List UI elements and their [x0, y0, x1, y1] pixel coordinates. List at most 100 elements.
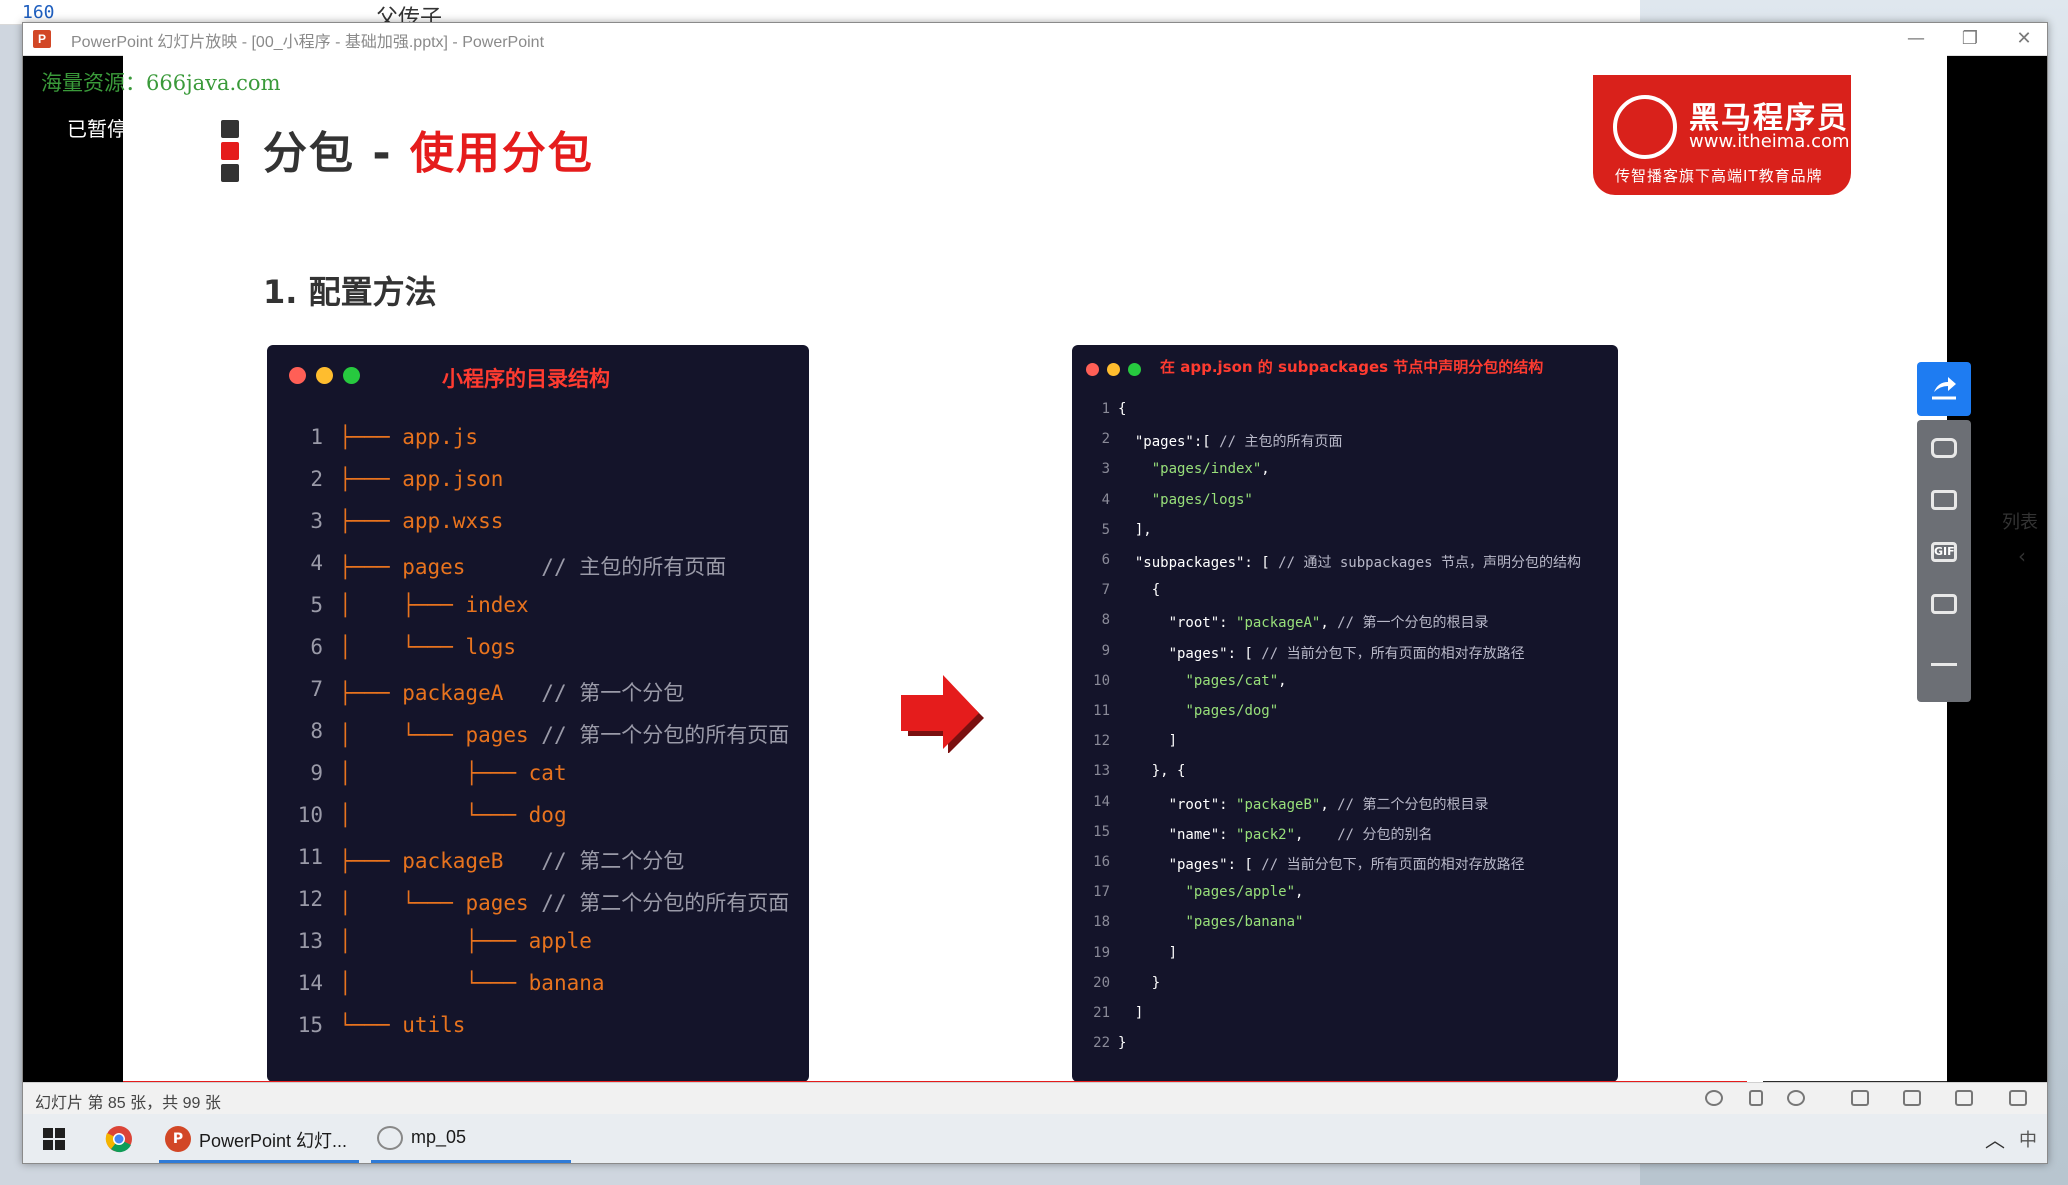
right-panel-title: 在 app.json 的 subpackages 节点中声明分包的结构 — [1160, 358, 1544, 376]
image-icon[interactable] — [1931, 490, 1957, 510]
slide-counter: 幻灯片 第 85 张，共 99 张 — [35, 1095, 221, 1112]
slide-sorter-icon[interactable] — [1903, 1090, 1921, 1106]
tree-entry: banana — [528, 971, 605, 995]
line-number: 18 — [1093, 914, 1110, 931]
line-number: 4 — [310, 551, 323, 575]
pen-icon[interactable] — [1931, 646, 1957, 666]
code-line: { — [1118, 582, 1160, 598]
code-code: ] — [1118, 944, 1178, 961]
section-heading: 1. 配置方法 — [263, 273, 437, 311]
code-line: } — [1118, 1035, 1126, 1051]
code-code: { — [1118, 401, 1127, 417]
code-str: "pages/dog" — [1185, 703, 1279, 719]
code-line: }, { — [1118, 763, 1186, 779]
code-code: } — [1118, 1035, 1127, 1052]
tree-entry: utils — [402, 1013, 466, 1037]
tree-comment: // 第一个分包 — [503, 681, 685, 705]
code-code: "root": — [1118, 796, 1237, 813]
code-code: ] — [1118, 733, 1178, 750]
tree-branch: ├─── — [339, 849, 403, 873]
line-number: 1 — [1101, 401, 1110, 417]
code-comment: // 当前分包下，所有页面的相对存放路径 — [1261, 645, 1525, 662]
share-icon[interactable] — [1917, 362, 1971, 416]
minimize-button[interactable]: — — [1893, 23, 1939, 55]
normal-view-icon[interactable] — [1851, 1090, 1869, 1106]
restore-button[interactable]: ❐ — [1947, 23, 1993, 55]
gif-icon[interactable]: GIF — [1931, 542, 1957, 562]
slide-canvas[interactable]: 分包 - 使用分包 黑马程序员 www.itheima.com 传智播客旗下高端… — [123, 55, 1947, 1082]
tree-line: ├─── pages // 主包的所有页面 — [339, 551, 726, 581]
tree-branch: ├─── — [339, 509, 403, 533]
code-comment: // 分包的别名 — [1337, 826, 1433, 843]
code-str: "pages/logs" — [1151, 491, 1253, 508]
prev-slide-icon[interactable] — [1705, 1090, 1723, 1106]
list-label[interactable]: 列表 — [2002, 508, 2038, 534]
windows-start-icon[interactable] — [43, 1128, 65, 1150]
line-number: 12 — [297, 887, 323, 911]
code-tail: , — [1320, 796, 1338, 813]
code-line: "name": "pack2", // 分包的别名 — [1118, 824, 1433, 844]
line-number: 15 — [297, 1013, 323, 1037]
code-line: "pages":[ // 主包的所有页面 — [1118, 431, 1343, 451]
code-line: "pages": [ // 当前分包下，所有页面的相对存放路径 — [1118, 643, 1525, 663]
code-code — [1118, 492, 1152, 508]
tray-up-icon[interactable]: ︿ — [1985, 1124, 2005, 1153]
video-icon[interactable] — [1931, 594, 1957, 614]
slideshow-view-icon[interactable] — [2009, 1090, 2027, 1106]
line-number: 5 — [310, 593, 323, 617]
taskbar-powerpoint[interactable]: P PowerPoint 幻灯... — [159, 1114, 359, 1163]
tree-branch: │ └─── — [339, 723, 466, 747]
next-slide-icon[interactable] — [1787, 1090, 1805, 1106]
code-comment: // 当前分包下，所有页面的相对存放路径 — [1261, 857, 1525, 873]
line-number: 3 — [310, 509, 323, 533]
camera-icon[interactable] — [1931, 438, 1957, 458]
code-line: "pages/logs" — [1118, 492, 1253, 508]
line-number: 10 — [297, 803, 323, 827]
tree-branch: │ ├─── — [339, 929, 529, 953]
line-number: 2 — [310, 467, 323, 491]
line-number: 15 — [1093, 823, 1110, 840]
notes-icon[interactable] — [1749, 1090, 1763, 1106]
code-code: "root": — [1118, 615, 1237, 632]
tree-comment: // 第一个分包的所有页面 — [528, 723, 790, 747]
powerpoint-slideshow-window[interactable]: P PowerPoint 幻灯片放映 - [00_小程序 - 基础加强.pptx… — [22, 22, 2048, 1164]
line-number: 11 — [1093, 703, 1110, 719]
code-str: "packageA" — [1236, 615, 1321, 632]
tree-branch: │ └─── — [339, 635, 466, 659]
code-tail: , — [1261, 461, 1270, 478]
powerpoint-taskbar-icon: P — [165, 1126, 191, 1152]
code-code: ] — [1118, 1005, 1144, 1021]
line-number: 16 — [1093, 854, 1110, 870]
code-line: "pages": [ // 当前分包下，所有页面的相对存放路径 — [1118, 854, 1525, 874]
watermark-text: 海量资源：666java.com — [41, 71, 281, 95]
reading-view-icon[interactable] — [1955, 1090, 1973, 1106]
line-number: 20 — [1093, 974, 1110, 991]
close-button[interactable]: ✕ — [2001, 23, 2047, 55]
tree-line: │ └─── banana — [339, 971, 605, 995]
chevron-left-icon[interactable]: ‹ — [2018, 544, 2026, 568]
tree-entry: index — [465, 593, 529, 617]
tree-branch: │ └─── — [339, 891, 466, 915]
tree-entry: packageB — [402, 849, 504, 873]
code-code: "pages": [ — [1118, 645, 1262, 662]
title-bar[interactable]: P PowerPoint 幻灯片放映 - [00_小程序 - 基础加强.pptx… — [23, 23, 2047, 56]
code-code — [1118, 914, 1185, 930]
taskbar-mp05[interactable]: mp_05 — [371, 1114, 571, 1163]
code-str: "pages/cat" — [1185, 672, 1279, 689]
tree-line: └─── utils — [339, 1013, 465, 1037]
code-line: ] — [1118, 945, 1177, 961]
ime-indicator[interactable]: 中 — [2019, 1126, 2037, 1152]
title-marker-icon — [221, 120, 239, 186]
code-code: "name": — [1118, 826, 1237, 843]
tree-entry: cat — [528, 761, 567, 785]
line-number: 22 — [1093, 1035, 1110, 1052]
left-panel-title: 小程序的目录结构 — [442, 367, 610, 391]
chrome-icon[interactable] — [105, 1125, 133, 1153]
code-line: ], — [1118, 522, 1152, 538]
logo-site: www.itheima.com — [1689, 131, 1850, 152]
code-comment: // 第一个分包的根目录 — [1337, 615, 1489, 632]
code-line: "root": "packageB", // 第二个分包的根目录 — [1118, 794, 1489, 814]
code-code: "pages": [ — [1118, 857, 1262, 873]
code-code: "subpackages": [ — [1118, 555, 1279, 571]
slide-title-accent: 使用分包 — [409, 128, 594, 179]
